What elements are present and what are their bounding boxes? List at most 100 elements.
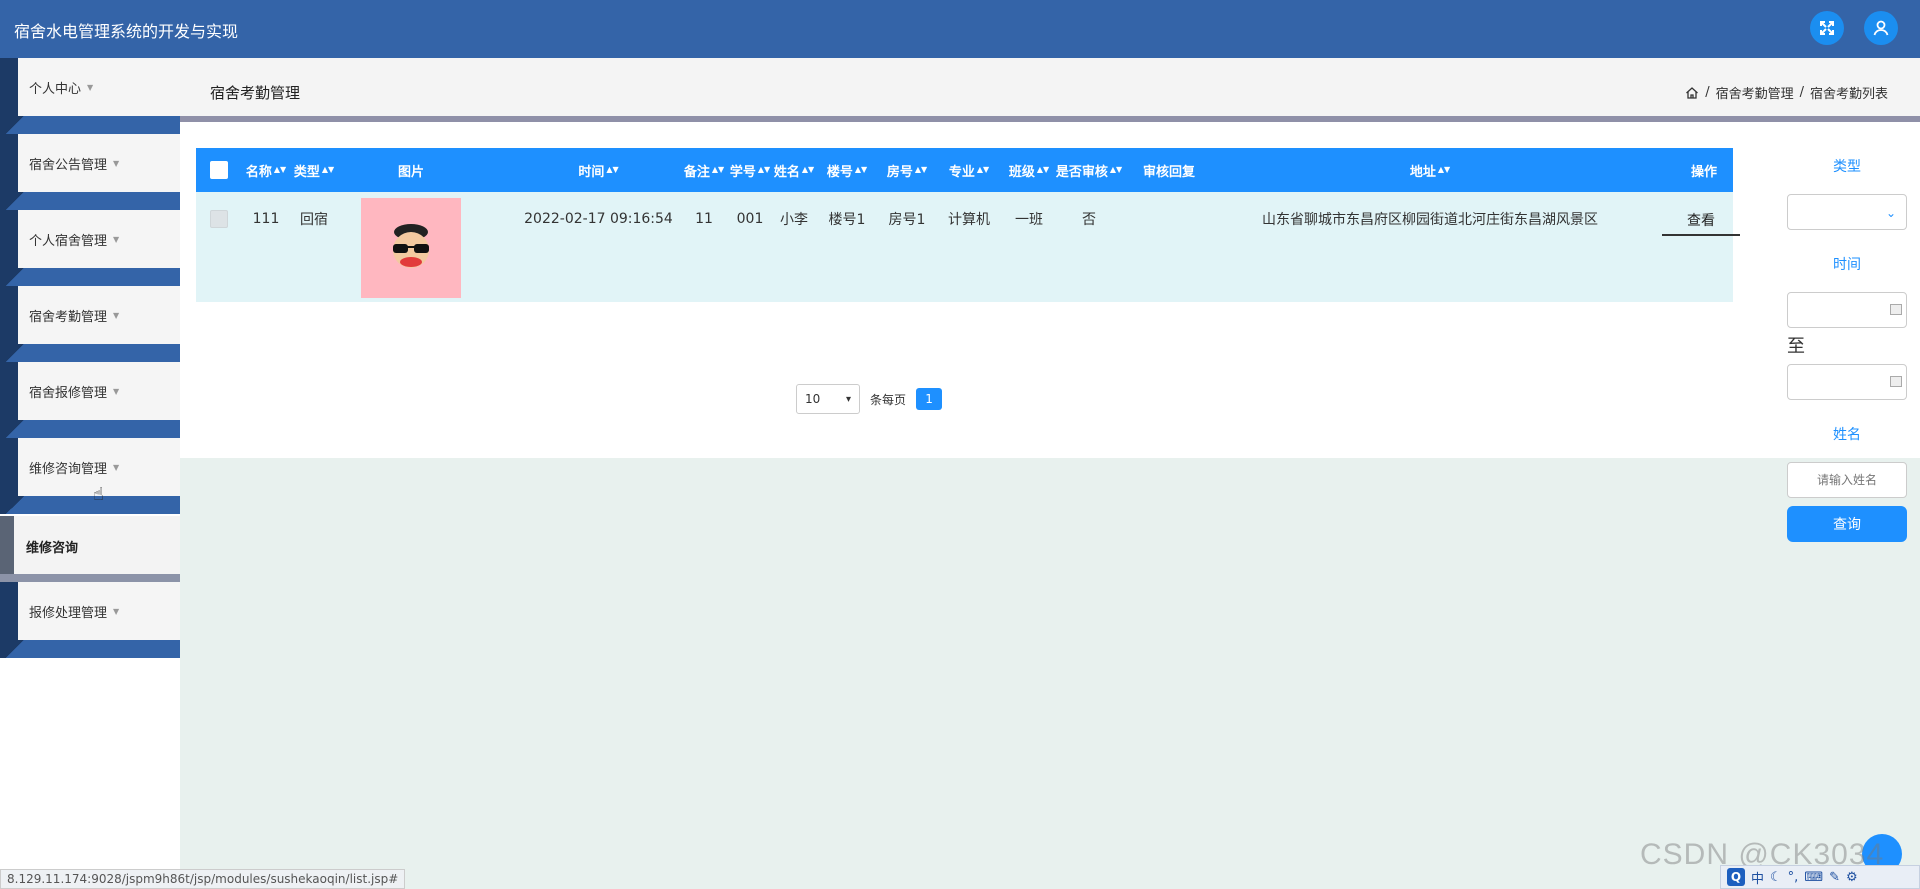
col-header-major[interactable]: 专业 ▲▼	[944, 148, 994, 192]
cell-room: 房号1	[888, 212, 926, 228]
sidebar-item-repair-handling[interactable]: 报修处理管理 ▼	[0, 582, 180, 658]
content-panel: 名称 ▲▼ 类型 ▲▼ 图片 时间 ▲▼ 备注 ▲▼ 学号 ▲▼ 姓名 ▲▼ 楼号 ▲▼ 房号…	[180, 122, 1920, 458]
sort-icon: ▲▼	[606, 165, 619, 174]
sidebar-item-label: 宿舍报修管理	[29, 385, 108, 401]
type-label: 类型	[1833, 159, 1861, 175]
col-header-room[interactable]: 房号 ▲▼	[884, 148, 930, 192]
col-header-building[interactable]: 楼号 ▲▼	[824, 148, 870, 192]
caret-down-icon: ▼	[113, 606, 120, 616]
page-title: 宿舍考勤管理	[210, 84, 301, 102]
end-date-input[interactable]	[1787, 364, 1907, 400]
sidebar-item-label: 报修处理管理	[29, 605, 108, 621]
col-header-type[interactable]: 类型 ▲▼	[294, 148, 334, 192]
caret-down-icon: ▼	[113, 462, 120, 472]
sidebar-item-personal-dorm[interactable]: 个人宿舍管理 ▼	[0, 210, 180, 286]
tools-icon: ✎	[1829, 869, 1840, 885]
breadcrumb: / 宿舍考勤管理 / 宿舍考勤列表	[1685, 83, 1888, 102]
breadcrumb-item: 宿舍考勤列表	[1809, 87, 1888, 102]
table-header: 名称 ▲▼ 类型 ▲▼ 图片 时间 ▲▼ 备注 ▲▼ 学号 ▲▼ 姓名 ▲▼ 楼号 ▲▼ 房号…	[196, 148, 1733, 192]
sort-icon: ▲▼	[757, 165, 771, 174]
col-header-time[interactable]: 时间 ▲▼	[511, 148, 686, 192]
per-page-label: 条每页	[870, 392, 907, 407]
cell-reviewed: 否	[1082, 212, 1096, 228]
cell-major: 计算机	[948, 212, 990, 228]
sidebar-item-dorm-attendance[interactable]: 宿舍考勤管理 ▼	[0, 286, 180, 362]
calendar-icon	[1890, 304, 1902, 315]
cell-image	[361, 198, 461, 298]
cell-class: 一班	[1015, 212, 1043, 228]
ime-toolbar[interactable]: Q 中 ☾ °, ⌨ ✎ ⚙	[1720, 865, 1920, 889]
app-title: 宿舍水电管理系统的开发与实现	[14, 22, 239, 41]
sidebar-item-label: 个人中心	[29, 81, 82, 97]
breadcrumb-item[interactable]: 宿舍考勤管理	[1716, 83, 1794, 102]
col-header-class[interactable]: 班级 ▲▼	[1004, 148, 1054, 192]
top-bar: 宿舍水电管理系统的开发与实现	[0, 0, 1920, 58]
col-header-image: 图片	[397, 164, 424, 180]
cell-student-name: 小李	[780, 212, 808, 228]
sidebar-subitem-label: 维修咨询	[14, 516, 180, 576]
page-button-current[interactable]: 1	[916, 388, 943, 410]
pagination: 10 ▾ 条每页 1	[796, 384, 943, 414]
sidebar-item-personal-center[interactable]: 个人中心 ▼	[0, 58, 180, 134]
start-date-input[interactable]	[1787, 292, 1907, 328]
calendar-icon	[1890, 376, 1902, 387]
table-row: 111 回宿 2022-02-17 09:16:54 11 001 小李 楼号1…	[196, 192, 1740, 302]
col-header-remark[interactable]: 备注 ▲▼	[684, 148, 724, 192]
caret-down-icon: ▼	[113, 310, 120, 320]
col-header-address[interactable]: 地址 ▲▼	[1400, 148, 1460, 192]
col-header-reviewed[interactable]: 是否审核 ▲▼	[1054, 148, 1124, 192]
to-label: 至	[1787, 336, 1805, 357]
type-select[interactable]: ⌄	[1787, 194, 1907, 230]
settings-icon: ⚙	[1845, 869, 1858, 885]
keyboard-icon: ⌨	[1804, 869, 1824, 885]
cell-building: 楼号1	[828, 212, 866, 228]
name-search-input[interactable]	[1787, 462, 1907, 498]
sidebar: 个人中心 ▼ 宿舍公告管理 ▼ 个人宿舍管理 ▼ 宿舍考勤管理 ▼ 宿舍报修管理 ▼ 维修…	[0, 58, 180, 889]
cell-remark: 11	[695, 211, 713, 227]
user-icon[interactable]	[1864, 11, 1898, 45]
select-all-checkbox[interactable]	[210, 161, 228, 179]
row-checkbox[interactable]	[210, 210, 228, 228]
sort-icon: ▲▼	[801, 165, 815, 174]
col-header-name[interactable]: 名称 ▲▼	[246, 148, 286, 192]
time-label: 时间	[1833, 257, 1861, 273]
search-button[interactable]: 查询	[1787, 506, 1907, 542]
home-icon[interactable]	[1685, 86, 1699, 100]
caret-down-icon: ▼	[113, 158, 120, 168]
status-url: 8.129.11.174:9028/jspm9h86t/jsp/modules/…	[0, 869, 406, 889]
sidebar-item-label: 维修咨询管理	[29, 461, 108, 477]
sidebar-item-label: 宿舍公告管理	[29, 157, 108, 173]
punctuation-icon: °,	[1787, 869, 1799, 885]
view-button[interactable]: 查看	[1662, 206, 1740, 236]
sidebar-item-label: 宿舍考勤管理	[29, 309, 108, 325]
sort-icon: ▲▼	[1437, 165, 1451, 174]
sort-icon: ▲▼	[976, 165, 990, 174]
monkey-avatar-icon	[393, 224, 429, 268]
sort-icon: ▲▼	[1109, 165, 1123, 174]
sort-icon: ▲▼	[711, 165, 725, 174]
sidebar-item-dorm-notice[interactable]: 宿舍公告管理 ▼	[0, 134, 180, 210]
col-header-student-name[interactable]: 姓名 ▲▼	[774, 148, 814, 192]
moon-icon: ☾	[1770, 869, 1782, 885]
cell-time: 2022-02-17 09:16:54	[524, 211, 673, 227]
col-header-student-no[interactable]: 学号 ▲▼	[730, 148, 770, 192]
sidebar-item-dorm-repair[interactable]: 宿舍报修管理 ▼	[0, 362, 180, 438]
ime-logo-icon: Q	[1727, 868, 1745, 886]
cell-student-no: 001	[736, 211, 764, 227]
cell-address: 山东省聊城市东昌府区柳园街道北河庄街东昌湖风景区	[1262, 212, 1598, 228]
main-area: 宿舍考勤管理 / 宿舍考勤管理 / 宿舍考勤列表 名称 ▲▼ 类型 ▲▼ 图片 时间…	[180, 58, 1920, 889]
fullscreen-icon[interactable]	[1810, 11, 1844, 45]
name-label: 姓名	[1833, 427, 1861, 443]
chevron-down-icon: ▾	[845, 393, 851, 405]
page-size-select[interactable]: 10 ▾	[796, 384, 860, 414]
sort-icon: ▲▼	[854, 165, 868, 174]
hand-cursor-icon: ☝	[93, 484, 104, 505]
ime-mode[interactable]: 中	[1751, 868, 1764, 887]
col-header-action: 操作	[1690, 164, 1717, 180]
col-header-review-reply: 审核回复	[1142, 164, 1195, 180]
sort-icon: ▲▼	[273, 165, 287, 174]
sidebar-item-repair-consult[interactable]: 维修咨询管理 ▼	[0, 438, 180, 514]
sidebar-subitem-repair-consult[interactable]: 维修咨询	[0, 516, 180, 582]
sort-icon: ▲▼	[1036, 165, 1050, 174]
sort-icon: ▲▼	[914, 165, 928, 174]
